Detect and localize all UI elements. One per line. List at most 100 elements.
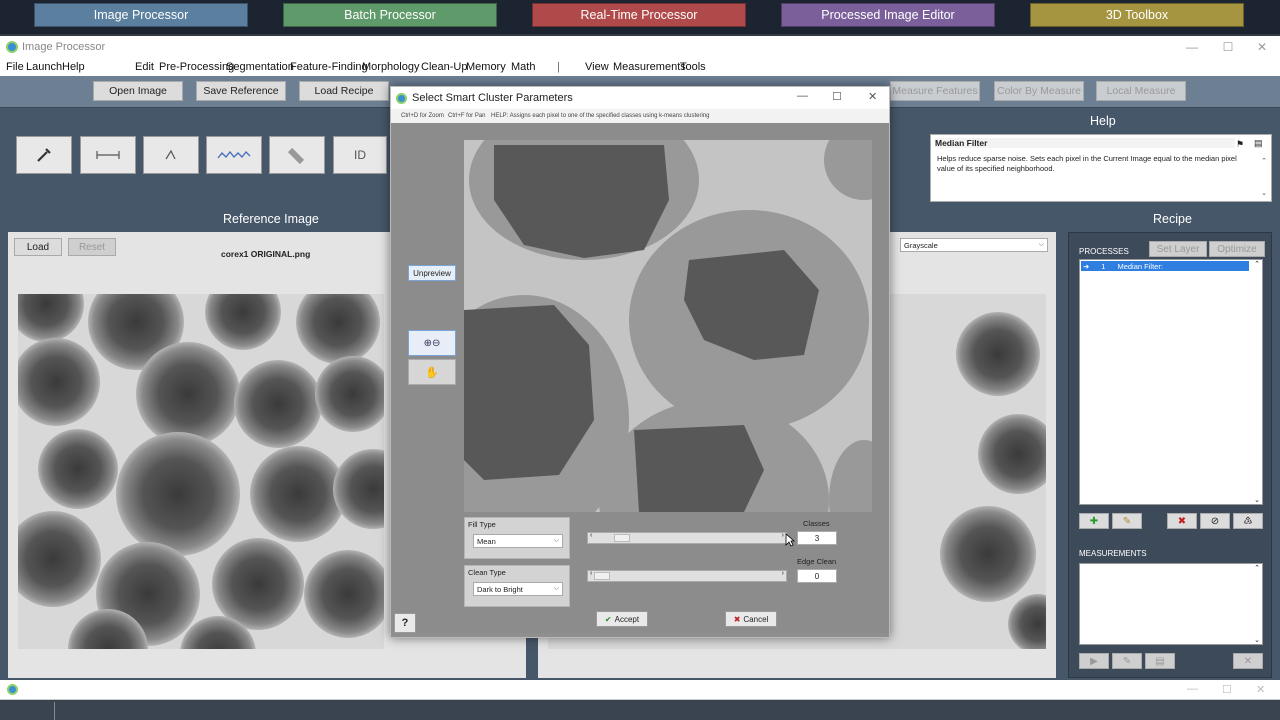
pan-hand-icon[interactable]: ✋ xyxy=(408,359,456,385)
angle-tool-icon[interactable] xyxy=(143,136,199,174)
measure-features-button[interactable]: Measure Features xyxy=(890,81,980,101)
eyedropper-tool-icon[interactable] xyxy=(16,136,72,174)
reference-image[interactable] xyxy=(18,294,384,649)
disable-process-icon[interactable]: ⊘ xyxy=(1200,513,1230,529)
load-recipe-button[interactable]: Load Recipe xyxy=(299,81,389,101)
process-item[interactable]: ➜ 1 Median Filter: xyxy=(1081,261,1249,271)
menu-file[interactable]: File xyxy=(6,61,24,73)
slider-left-icon[interactable]: ‹ xyxy=(590,532,592,539)
processes-list: ➜ 1 Median Filter: ⌃ ⌄ xyxy=(1079,259,1263,505)
table-icon[interactable]: ▤ xyxy=(1145,653,1175,669)
edit-process-icon[interactable]: ✎ xyxy=(1112,513,1142,529)
delete-process-icon[interactable]: ✖ xyxy=(1167,513,1197,529)
reference-section-title: Reference Image xyxy=(223,212,319,226)
local-measure-button[interactable]: Local Measure xyxy=(1096,81,1186,101)
scroll-down-icon[interactable]: ⌄ xyxy=(1254,496,1260,504)
open-image-button[interactable]: Open Image xyxy=(93,81,183,101)
minimize-icon[interactable]: — xyxy=(1174,36,1210,58)
edge-clean-slider-thumb[interactable] xyxy=(594,572,610,580)
edit-measurement-icon[interactable]: ✎ xyxy=(1112,653,1142,669)
menu-feature-finding[interactable]: Feature-Finding xyxy=(290,61,368,73)
menu-help[interactable]: Help xyxy=(62,61,85,73)
trash-icon[interactable]: ♳ xyxy=(1233,513,1263,529)
dialog-maximize-icon[interactable]: ☐ xyxy=(832,90,842,103)
remove-measurement-icon[interactable]: ✕ xyxy=(1233,653,1263,669)
menu-measurements[interactable]: Measurements xyxy=(613,61,686,73)
cell-blob xyxy=(250,446,346,542)
launcher-processed-image-editor-button[interactable]: Processed Image Editor xyxy=(781,3,995,27)
cell-blob xyxy=(116,432,240,556)
menu-memory[interactable]: Memory xyxy=(466,61,506,73)
fill-type-label: Fill Type xyxy=(468,520,496,529)
menu-segmentation[interactable]: Segmentation xyxy=(226,61,294,73)
flag-icon[interactable]: ⚑ xyxy=(1236,139,1244,150)
slider-left-icon[interactable]: ‹ xyxy=(590,570,592,577)
measurements-list: ⌃ ⌄ xyxy=(1079,563,1263,645)
cluster-preview-image[interactable] xyxy=(464,140,872,512)
edge-clean-input[interactable]: 0 xyxy=(797,569,837,583)
menu-view[interactable]: View xyxy=(585,61,609,73)
set-layer-button[interactable]: Set Layer xyxy=(1149,241,1207,257)
dialog-help-button[interactable]: ? xyxy=(394,613,416,633)
scroll-down-icon[interactable]: ⌄ xyxy=(1261,189,1267,197)
taskbar-divider xyxy=(54,702,55,720)
secondary-minimize-icon[interactable]: — xyxy=(1187,683,1198,695)
add-process-icon[interactable]: ✚ xyxy=(1079,513,1109,529)
profile-tool-icon[interactable] xyxy=(206,136,262,174)
scroll-up-icon[interactable]: ⌃ xyxy=(1254,260,1260,268)
scroll-up-icon[interactable]: ⌃ xyxy=(1261,157,1267,165)
classes-slider[interactable]: ‹ › xyxy=(587,532,787,544)
optimize-button[interactable]: Optimize xyxy=(1209,241,1265,257)
dialog-minimize-icon[interactable]: — xyxy=(797,90,808,102)
dialog-close-icon[interactable]: ✕ xyxy=(868,90,877,103)
chevron-down-icon: ⌵ xyxy=(1038,241,1044,248)
chevron-down-icon: ⌵ xyxy=(553,585,559,592)
accept-button[interactable]: ✔ Accept xyxy=(596,611,648,627)
menu-morphology[interactable]: Morphology xyxy=(362,61,419,73)
reference-filename: corex1 ORIGINAL.png xyxy=(221,249,311,259)
launcher-3d-toolbox-button[interactable]: 3D Toolbox xyxy=(1030,3,1244,27)
classes-input[interactable]: 3 xyxy=(797,531,837,545)
menu-pre-processing[interactable]: Pre-Processing xyxy=(159,61,234,73)
id-tool-icon[interactable]: ID xyxy=(333,136,387,174)
menu-launch[interactable]: Launch xyxy=(26,61,62,73)
slider-right-icon[interactable]: › xyxy=(782,532,784,539)
cell-blob xyxy=(18,294,84,342)
menu-math[interactable]: Math xyxy=(511,61,535,73)
save-reference-button[interactable]: Save Reference xyxy=(196,81,286,101)
measurements-label: MEASUREMENTS xyxy=(1079,549,1147,558)
hint-pan: Ctrl+F for Pan xyxy=(448,113,486,119)
clean-type-select[interactable]: Dark to Bright ⌵ xyxy=(473,582,563,596)
cancel-button[interactable]: ✖ Cancel xyxy=(725,611,777,627)
unpreview-button[interactable]: Unpreview xyxy=(408,265,456,281)
secondary-close-icon[interactable]: ✕ xyxy=(1256,683,1265,696)
secondary-maximize-icon[interactable]: ☐ xyxy=(1222,683,1232,696)
classes-slider-thumb[interactable] xyxy=(614,534,630,542)
menu-edit[interactable]: Edit xyxy=(135,61,154,73)
rectangle-tool-icon[interactable] xyxy=(269,136,325,174)
reference-reset-button[interactable]: Reset xyxy=(68,238,116,256)
reference-load-button[interactable]: Load xyxy=(14,238,62,256)
cell-blob xyxy=(296,294,380,364)
current-mode-select[interactable]: Grayscale ⌵ xyxy=(900,238,1048,252)
cell-blob xyxy=(333,449,384,529)
launcher-image-processor-button[interactable]: Image Processor xyxy=(34,3,248,27)
launcher-batch-processor-button[interactable]: Batch Processor xyxy=(283,3,497,27)
close-icon[interactable]: ✕ xyxy=(1244,36,1280,58)
fill-type-select[interactable]: Mean ⌵ xyxy=(473,534,563,548)
menu-tools[interactable]: Tools xyxy=(680,61,706,73)
notes-icon[interactable]: ▤ xyxy=(1254,138,1263,149)
scroll-up-icon[interactable]: ⌃ xyxy=(1254,564,1260,572)
color-by-measure-button[interactable]: Color By Measure xyxy=(994,81,1084,101)
play-icon[interactable]: ▶ xyxy=(1079,653,1109,669)
measure-line-tool-icon[interactable] xyxy=(80,136,136,174)
edge-clean-slider[interactable]: ‹ › xyxy=(587,570,787,582)
cell-blob xyxy=(136,342,240,446)
scroll-down-icon[interactable]: ⌄ xyxy=(1254,636,1260,644)
menu-clean-up[interactable]: Clean-Up xyxy=(421,61,467,73)
accept-label: Accept xyxy=(614,614,640,624)
slider-right-icon[interactable]: › xyxy=(782,570,784,577)
maximize-icon[interactable]: ☐ xyxy=(1210,36,1246,58)
zoom-tool-icon[interactable]: ⊕⊖ xyxy=(408,330,456,356)
launcher-realtime-processor-button[interactable]: Real-Time Processor xyxy=(532,3,746,27)
